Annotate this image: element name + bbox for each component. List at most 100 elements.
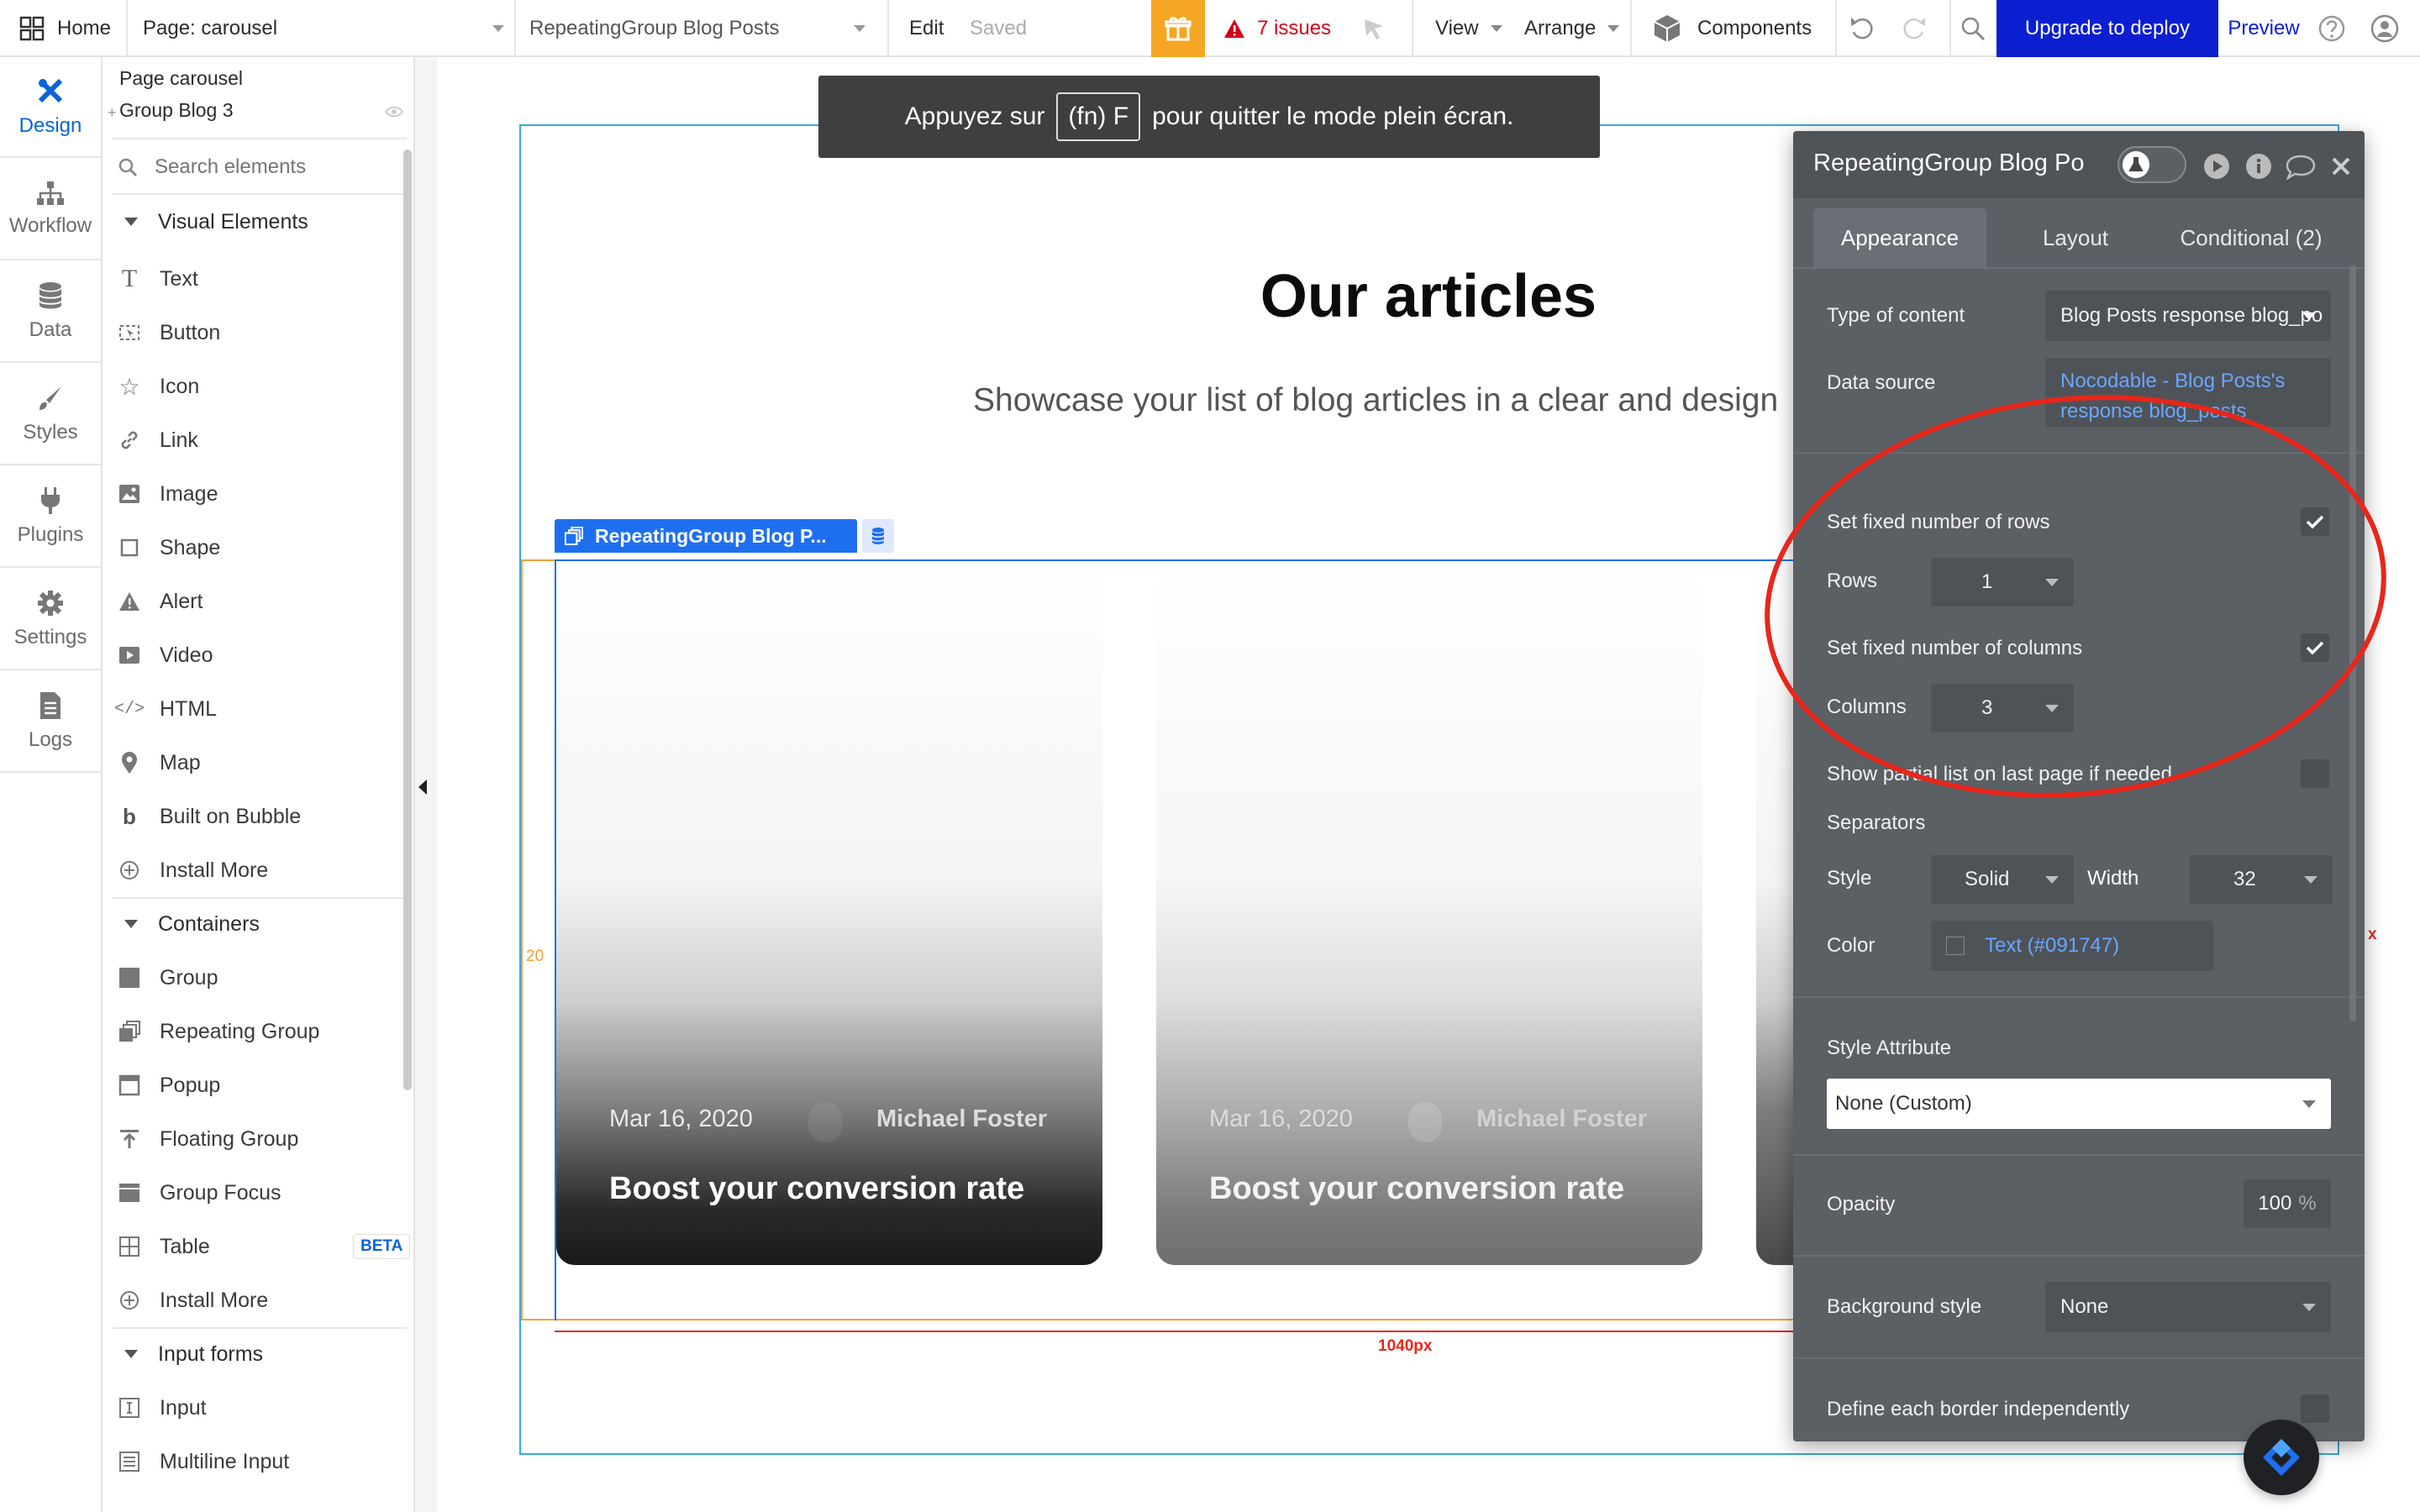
tab-conditional[interactable]: Conditional (2) (2154, 208, 2348, 267)
section-containers[interactable]: Containers (118, 897, 260, 951)
separator-width-select[interactable]: 32 (2190, 855, 2333, 904)
section-input-forms[interactable]: Input forms (118, 1327, 263, 1381)
beta-badge: BETA (353, 1234, 411, 1259)
account-button[interactable] (2370, 0, 2400, 57)
palette-scrollbar[interactable] (403, 150, 412, 1090)
nav-workflow[interactable]: Workflow (0, 160, 101, 260)
issues-label: 7 issues (1257, 17, 1332, 39)
alert-icon (118, 590, 141, 613)
separator-style-select[interactable]: Solid (1931, 855, 2074, 904)
close-button[interactable] (2331, 156, 2351, 176)
support-chat-button[interactable] (2244, 1420, 2319, 1495)
color-swatch[interactable] (1946, 937, 1965, 955)
nav-styles[interactable]: Styles (0, 365, 101, 465)
width-indicator-edge: x (2368, 926, 2377, 943)
palette-item-alert[interactable]: Alert (118, 575, 203, 628)
arrange-menu[interactable]: Arrange (1524, 0, 1620, 57)
palette-item-video[interactable]: Video (118, 628, 213, 682)
play-button[interactable] (2203, 153, 2230, 180)
data-source-button[interactable] (862, 519, 894, 553)
type-of-content-select[interactable]: Blog Posts response blog_po (2045, 291, 2331, 341)
nav-settings[interactable]: Settings (0, 570, 101, 670)
opacity-value: 100 (2258, 1192, 2292, 1215)
palette-item-map[interactable]: Map (118, 736, 201, 790)
element-selector[interactable]: RepeatingGroup Blog Posts (529, 0, 865, 57)
expand-icon[interactable]: + (108, 104, 117, 122)
page-selector[interactable]: Page: carousel (143, 0, 504, 57)
help-button[interactable] (2317, 0, 2346, 57)
palette-item-text[interactable]: T Text (118, 252, 198, 306)
nav-data[interactable]: Data (0, 262, 101, 363)
palette-item-button[interactable]: Button (118, 306, 220, 360)
blog-card[interactable]: Mar 16, 2020 Michael Foster Boost your c… (556, 564, 1102, 1265)
section-visual-elements[interactable]: Visual Elements (118, 195, 308, 249)
palette-item-icon[interactable]: ☆ Icon (118, 360, 199, 413)
preview-toggle[interactable] (2118, 146, 2186, 183)
nav-label: Data (29, 318, 72, 341)
search-input[interactable] (155, 155, 390, 179)
tab-layout[interactable]: Layout (2017, 208, 2134, 267)
item-label: Map (160, 750, 201, 774)
info-button[interactable] (2245, 153, 2272, 180)
edit-menu[interactable]: Edit (909, 0, 944, 57)
style-attribute-select[interactable]: None (Custom) (1827, 1079, 2331, 1129)
background-style-value: None (2060, 1295, 2109, 1318)
palette-item-input[interactable]: Input (118, 1381, 207, 1435)
components-button[interactable]: Components (1652, 0, 1812, 57)
card-title: Boost your conversion rate (609, 1171, 1025, 1206)
page-subtitle[interactable]: Showcase your list of blog articles in a… (973, 382, 1797, 419)
palette-item-shape[interactable]: Shape (118, 521, 220, 575)
palette-item-group[interactable]: Group (118, 951, 218, 1005)
gift-button[interactable] (1151, 0, 1205, 57)
table-icon (118, 1235, 141, 1258)
palette-item-popup[interactable]: Popup (118, 1058, 220, 1112)
page-title[interactable]: Our articles (924, 262, 1933, 331)
palette-item-install-more-visual[interactable]: Install More (118, 843, 268, 897)
home-label: Home (57, 17, 112, 39)
blog-card[interactable]: Mar 16, 2020 Michael Foster Boost your c… (1156, 564, 1702, 1265)
background-style-select[interactable]: None (2045, 1282, 2331, 1332)
palette-item-install-more-containers[interactable]: Install More (118, 1273, 268, 1327)
search-button[interactable] (1960, 0, 1986, 57)
collapse-palette-icon[interactable] (418, 780, 427, 795)
save-status: Saved (970, 0, 1027, 57)
tree-group[interactable]: Group Blog 3 (119, 99, 234, 122)
nav-design[interactable]: Design (0, 57, 101, 158)
separator-style-label: Style (1827, 867, 1872, 890)
preview-button[interactable]: Preview (2218, 0, 2309, 57)
nav-logs[interactable]: Logs (0, 672, 101, 773)
collapse-icon (124, 920, 138, 928)
panel-title[interactable]: RepeatingGroup Blog Po (1813, 150, 2091, 177)
palette-item-html[interactable]: </> HTML (114, 682, 217, 736)
tree-page[interactable]: Page carousel (119, 67, 243, 90)
opacity-input[interactable]: 100% (2244, 1179, 2331, 1228)
nav-plugins[interactable]: Plugins (0, 467, 101, 568)
palette-item-table[interactable]: Table BETA (118, 1220, 411, 1273)
width-ruler (555, 1331, 1798, 1332)
issues-button[interactable]: 7 issues (1223, 0, 1331, 57)
separator-color-field[interactable]: Text (#091747) (1931, 921, 2213, 971)
palette-item-image[interactable]: Image (118, 467, 218, 521)
inspect-cursor-button[interactable] (1361, 0, 1386, 57)
undo-button[interactable] (1849, 0, 1876, 57)
repeating-group-tag[interactable]: RepeatingGroup Blog P... (555, 519, 857, 553)
palette-item-built-on-bubble[interactable]: b Built on Bubble (118, 790, 301, 843)
palette-item-repeating-group[interactable]: Repeating Group (118, 1005, 319, 1058)
eye-icon[interactable] (385, 106, 403, 118)
tab-appearance[interactable]: Appearance (1813, 208, 1986, 267)
border-independent-checkbox[interactable] (2301, 1394, 2329, 1423)
redo-button[interactable] (1901, 0, 1928, 57)
palette-item-group-focus[interactable]: Group Focus (118, 1166, 281, 1220)
left-nav-rail: Design Workflow Data Styles Plugins Sett… (0, 57, 103, 1512)
upgrade-button[interactable]: Upgrade to deploy (1996, 0, 2218, 57)
separator-color-label: Color (1827, 934, 1876, 957)
view-menu[interactable]: View (1435, 0, 1502, 57)
section-label: Input forms (158, 1341, 264, 1366)
search-elements[interactable] (118, 141, 395, 193)
palette-item-link[interactable]: Link (118, 413, 198, 467)
palette-item-floating-group[interactable]: Floating Group (118, 1112, 298, 1166)
palette-item-multiline-input[interactable]: Multiline Input (118, 1435, 289, 1488)
chevron-down-icon (2302, 312, 2316, 320)
home-button[interactable]: Home (18, 0, 111, 57)
comment-button[interactable] (2286, 155, 2316, 180)
